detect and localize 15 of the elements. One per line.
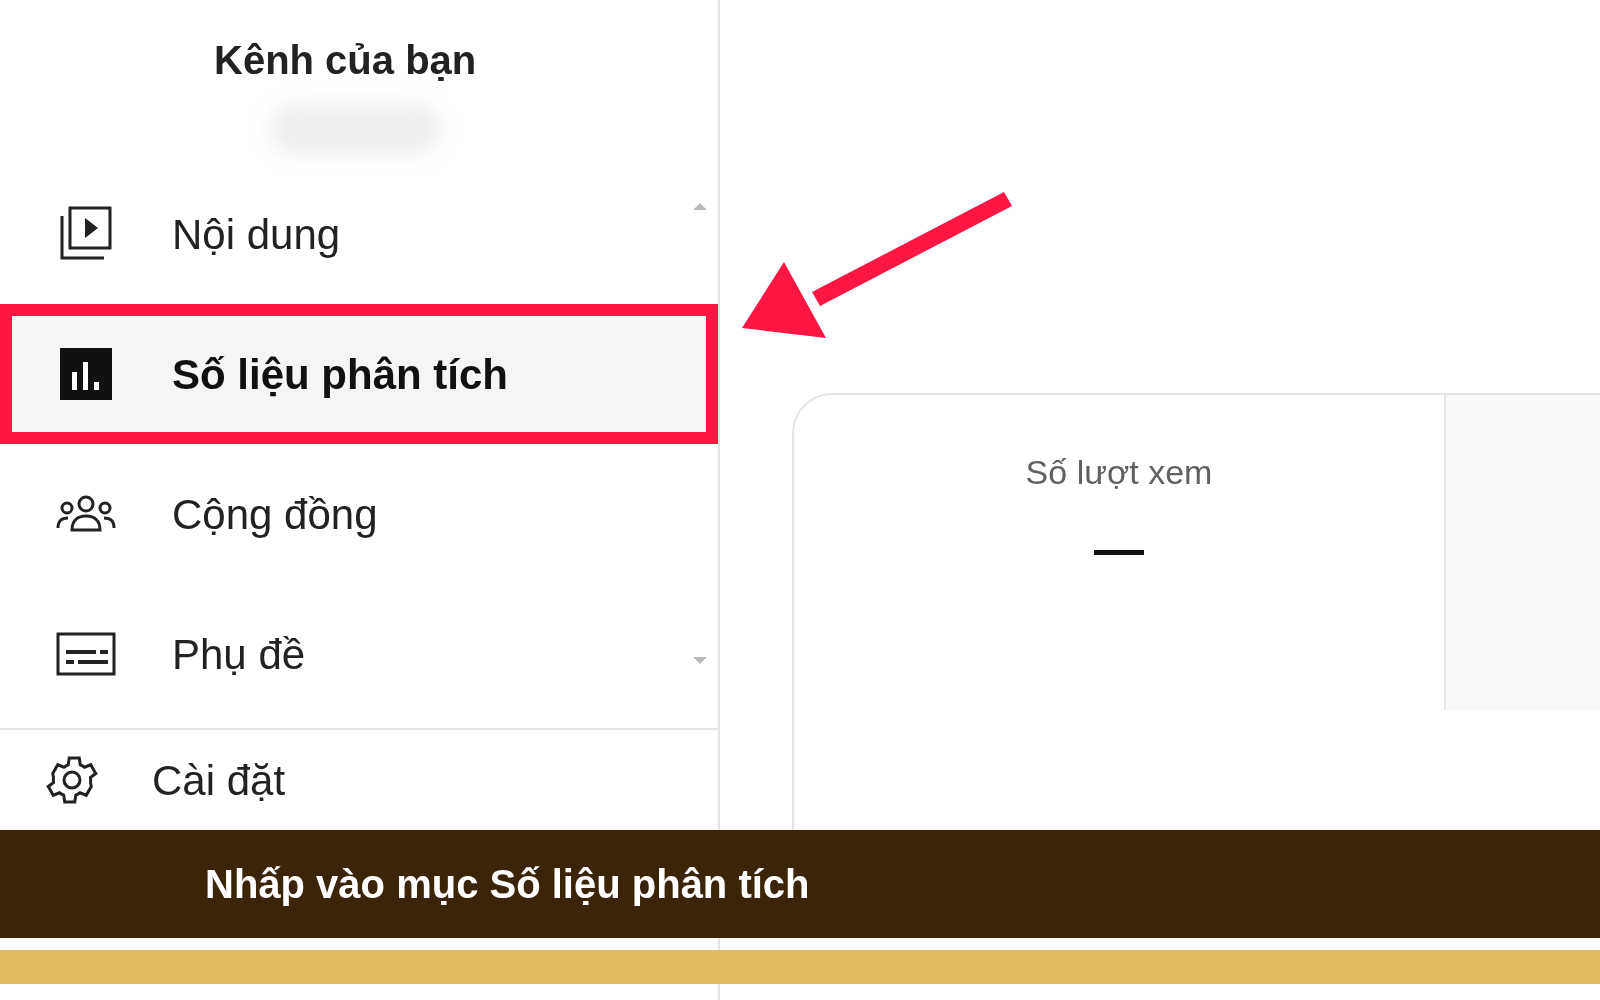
video-library-icon [58, 206, 114, 262]
subtitles-icon [56, 632, 116, 676]
scroll-up-icon[interactable] [693, 203, 707, 210]
scroll-down-icon[interactable] [693, 657, 707, 664]
people-icon [56, 494, 116, 534]
caption-text: Nhấp vào mục Số liệu phân tích [205, 861, 810, 908]
card-value: — [1094, 520, 1144, 579]
sidebar-title: Kênh của bạn [214, 37, 478, 84]
analytics-icon [58, 346, 114, 402]
sidebar-item[interactable]: Số liệu phân tích [0, 304, 718, 444]
card-title: Số lượt xem [1025, 452, 1213, 493]
settings-item[interactable]: Cài đặt [0, 742, 718, 818]
sidebar-item[interactable]: Nội dung [0, 164, 718, 304]
sidebar-item[interactable]: Cộng đồng [0, 444, 718, 584]
sidebar-item[interactable]: Phụ đề [0, 584, 718, 724]
